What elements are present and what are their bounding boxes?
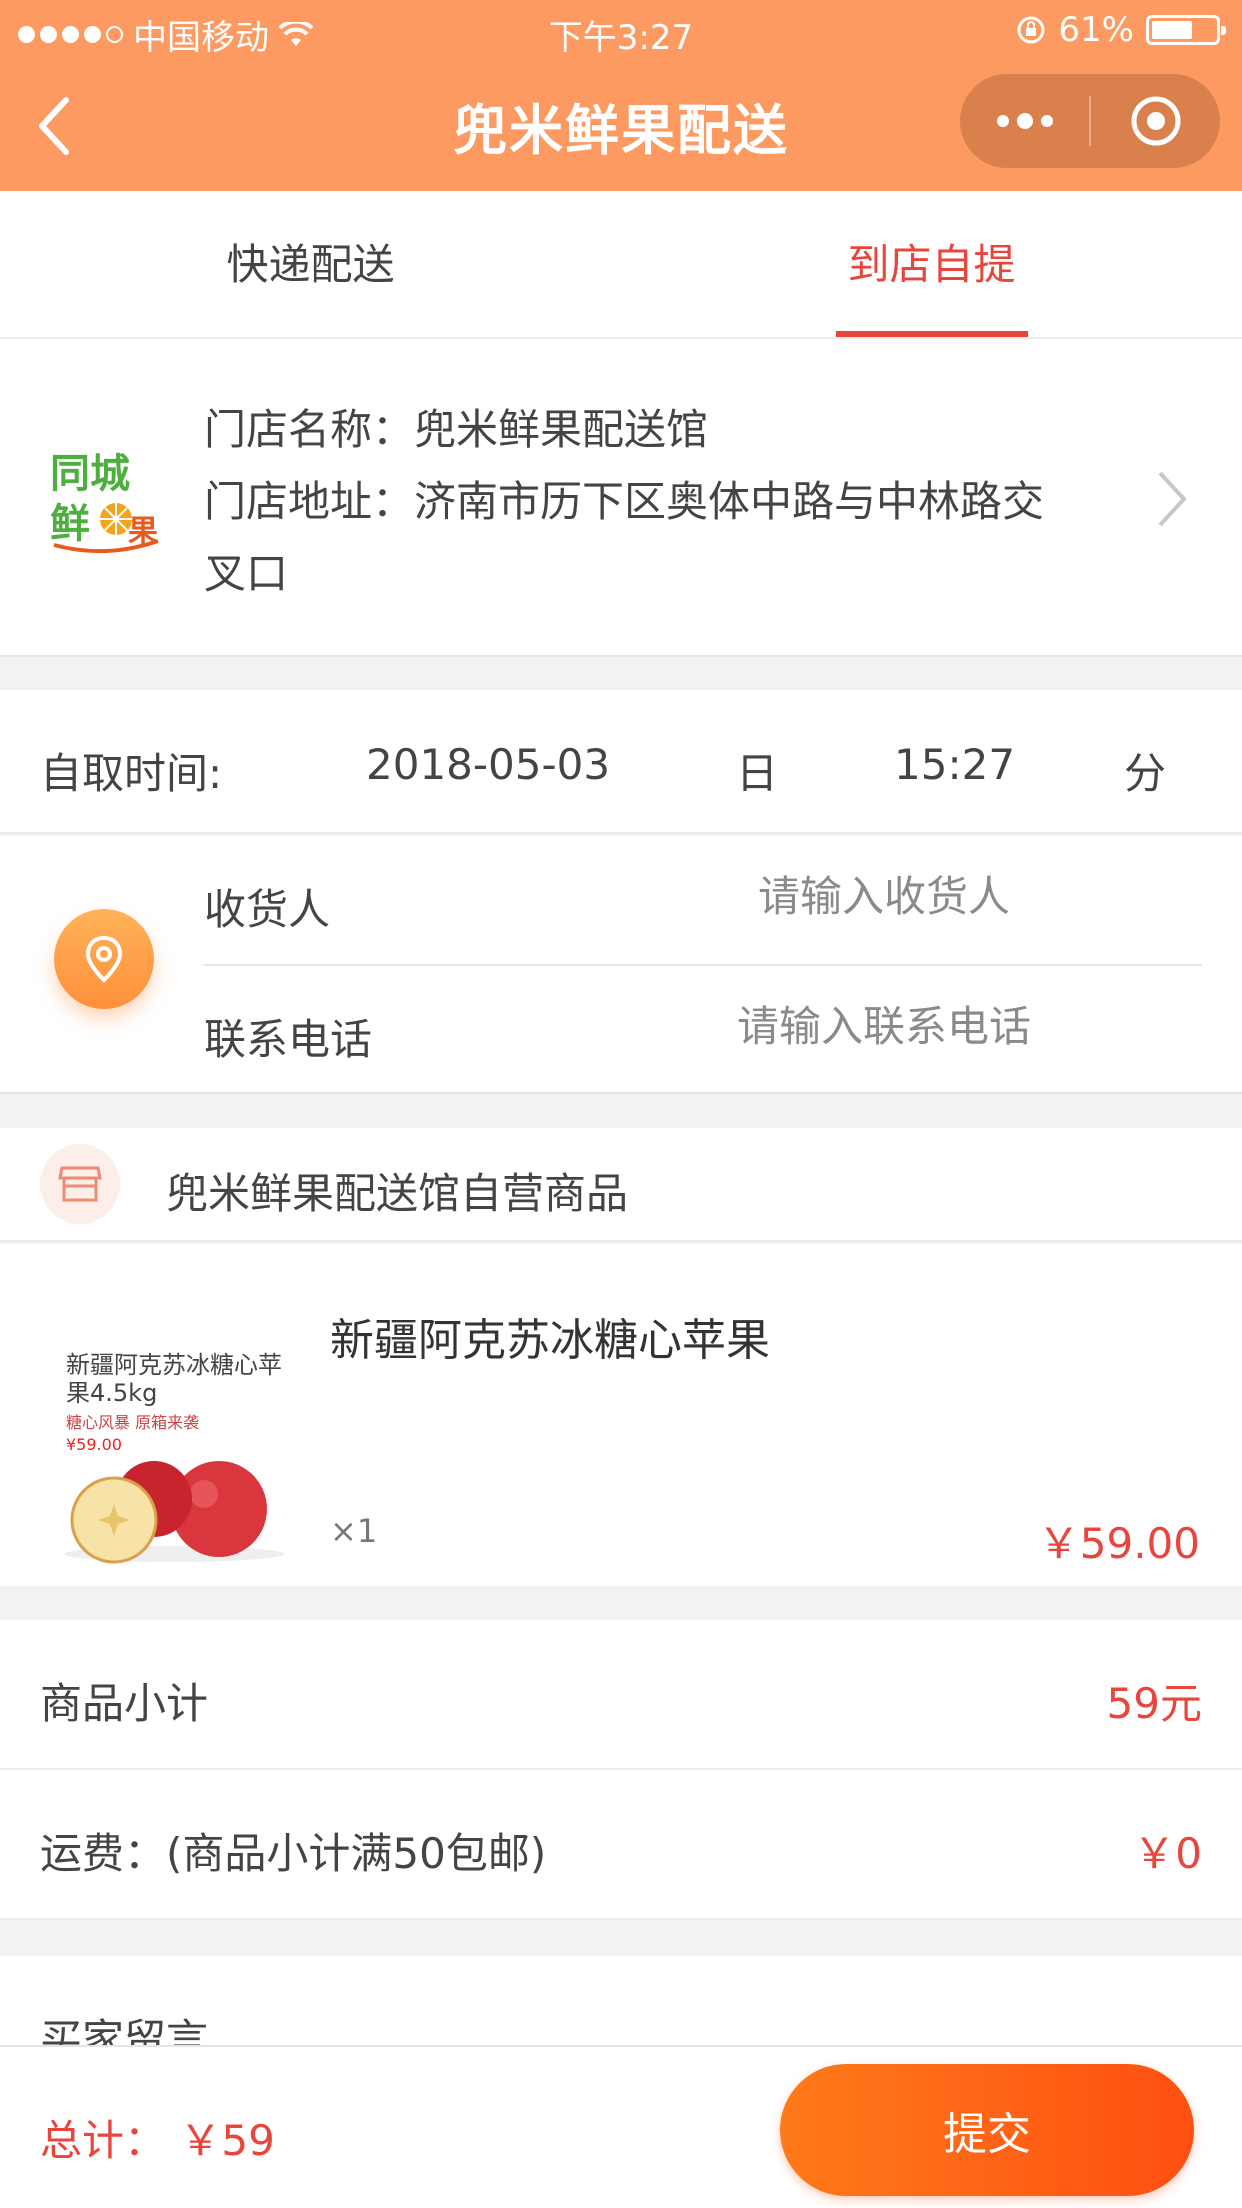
product-item[interactable]: 新疆阿克苏冰糖心苹果4.5kg 糖心风暴 原箱来袭 ¥59.00 新疆阿克苏冰糖… <box>0 1244 1242 1586</box>
status-bar: 中国移动 下午3:27 61% <box>0 0 1242 62</box>
status-right: 61% <box>1016 10 1226 50</box>
apple-illustration <box>64 1461 284 1564</box>
product-image-title: 新疆阿克苏冰糖心苹果4.5kg <box>66 1351 282 1407</box>
product-image-subtitle: 糖心风暴 原箱来袭 <box>66 1413 200 1432</box>
store-details: 门店名称：兜米鲜果配送馆 门店地址：济南市历下区奥体中路与中林路交 叉口 <box>204 394 1114 610</box>
battery-icon <box>1146 15 1226 45</box>
phone-label: 联系电话 <box>204 1015 373 1064</box>
more-icon <box>996 113 1053 129</box>
pickup-time-row: 自取时间: 2018-05-03 日 15:27 分 <box>0 690 1242 834</box>
contact-section: 收货人 联系电话 <box>0 836 1242 1094</box>
store-icon <box>40 1144 120 1224</box>
minute-unit: 分 <box>1124 749 1167 798</box>
order-total: 总计： ￥59 <box>40 2116 275 2165</box>
product-price: ￥59.00 <box>1037 1519 1200 1568</box>
shipping-label: 运费：(商品小计满50包邮) <box>40 1829 547 1878</box>
bottom-bar: 总计： ￥59 提交 <box>0 2045 1242 2208</box>
product-image: 新疆阿克苏冰糖心苹果4.5kg 糖心风暴 原箱来袭 ¥59.00 <box>44 1284 294 1564</box>
order-summary: 商品小计 59元 运费：(商品小计满50包邮) ￥0 <box>0 1620 1242 1920</box>
pickup-time-label: 自取时间: <box>40 749 223 798</box>
svg-text:鲜: 鲜 <box>50 501 90 547</box>
top-bar: 中国移动 下午3:27 61% 兜米鲜果配送 <box>0 0 1242 191</box>
subtotal-row: 商品小计 59元 <box>0 1620 1242 1770</box>
battery-percent: 61% <box>1058 10 1134 50</box>
shop-name: 兜米鲜果配送馆自营商品 <box>166 1169 629 1218</box>
tab-store-pickup[interactable]: 到店自提 <box>621 191 1242 337</box>
chevron-right-icon <box>1158 471 1187 527</box>
target-icon <box>1131 96 1180 146</box>
store-address: 门店地址：济南市历下区奥体中路与中林路交 <box>204 477 1045 526</box>
rotation-lock-icon <box>1017 16 1045 44</box>
miniprogram-capsule <box>960 74 1220 168</box>
store-name: 门店名称：兜米鲜果配送馆 <box>204 405 709 454</box>
svg-text:同城: 同城 <box>50 451 130 497</box>
receiver-field: 收货人 <box>204 836 1202 966</box>
phone-input[interactable] <box>584 986 1184 1066</box>
more-button[interactable] <box>960 74 1089 168</box>
store-address-cont: 叉口 <box>204 549 289 598</box>
phone-field: 联系电话 <box>204 966 1202 1081</box>
receiver-label: 收货人 <box>204 885 331 934</box>
subtotal-value: 59元 <box>1106 1679 1202 1728</box>
pickup-time-picker[interactable]: 15:27 <box>894 740 1015 789</box>
tab-express-delivery[interactable]: 快递配送 <box>0 191 621 337</box>
delivery-tabs: 快递配送 到店自提 <box>0 191 1242 339</box>
close-miniprogram-button[interactable] <box>1091 74 1220 168</box>
product-image-price: ¥59.00 <box>66 1435 122 1454</box>
location-pin-icon <box>54 909 154 1009</box>
shop-header: 兜米鲜果配送馆自营商品 <box>0 1128 1242 1242</box>
product-quantity: ×1 <box>330 1512 378 1550</box>
subtotal-label: 商品小计 <box>40 1679 209 1728</box>
receiver-input[interactable] <box>584 856 1184 936</box>
product-title: 新疆阿克苏冰糖心苹果 <box>330 1315 770 1366</box>
nav-bar: 兜米鲜果配送 <box>0 62 1242 191</box>
pickup-date-picker[interactable]: 2018-05-03 <box>366 740 610 789</box>
store-info-card[interactable]: 同城 鲜 果 门店名称：兜米鲜果配送馆 门店地址：济南市历下区奥体中路与中林路交… <box>0 339 1242 657</box>
shipping-row: 运费：(商品小计满50包邮) ￥0 <box>0 1770 1242 1920</box>
store-logo: 同城 鲜 果 <box>46 441 164 556</box>
shipping-value: ￥0 <box>1133 1829 1202 1878</box>
submit-button[interactable]: 提交 <box>780 2064 1194 2196</box>
day-unit: 日 <box>736 749 779 798</box>
